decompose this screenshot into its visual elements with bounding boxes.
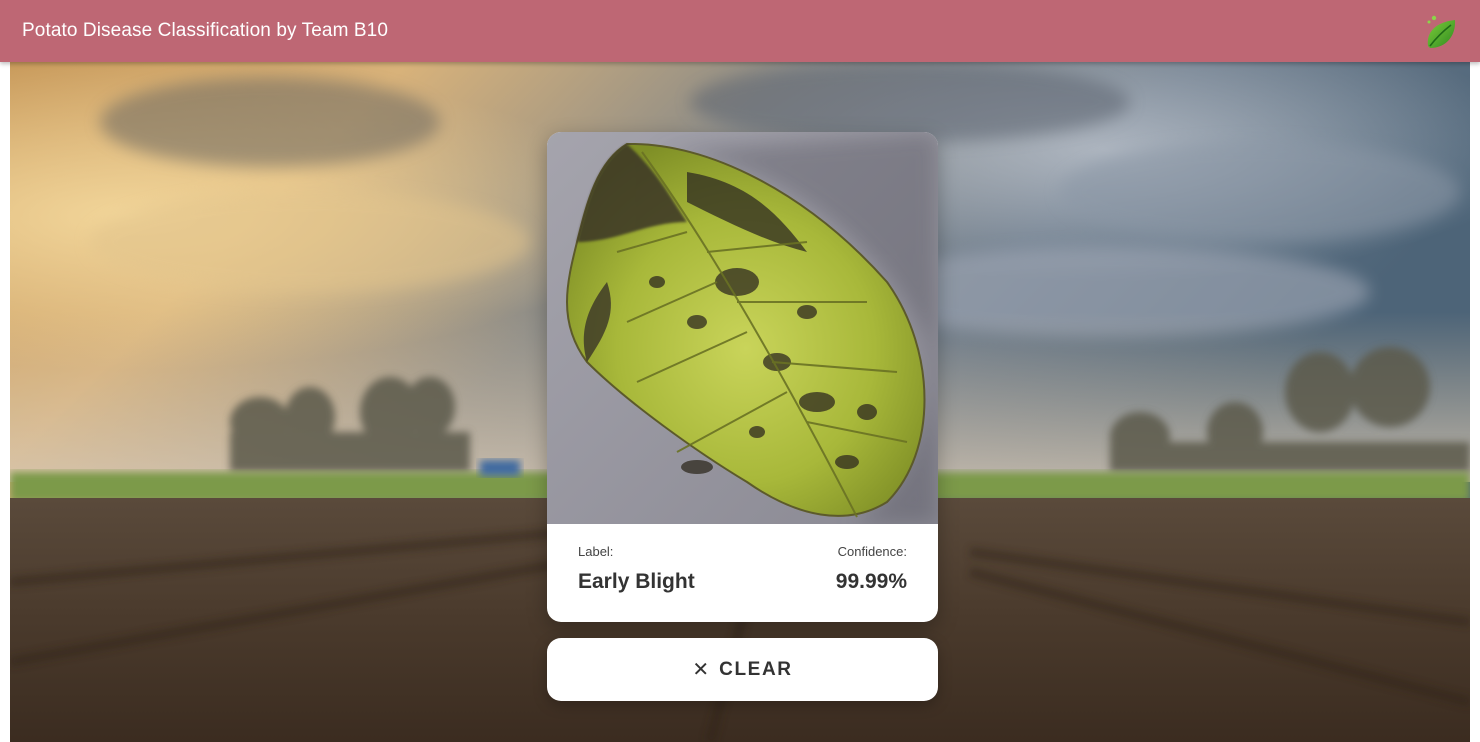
label-value: Early Blight — [578, 570, 695, 593]
leaf-image — [547, 132, 938, 524]
prediction-card: Label: Early Blight Confidence: 99.99% — [547, 132, 938, 622]
confidence-value: 99.99% — [835, 570, 907, 593]
confidence-heading: Confidence: — [837, 544, 907, 559]
confidence-section: Confidence: 99.99% — [836, 544, 907, 594]
prediction-result: Label: Early Blight Confidence: 99.99% — [578, 544, 907, 604]
clear-button[interactable]: ✕ CLEAR — [547, 638, 938, 701]
label-heading: Label: — [578, 544, 614, 559]
close-icon: ✕ — [692, 658, 710, 681]
app-title: Potato Disease Classification by Team B1… — [22, 20, 388, 41]
leaf-logo-icon — [1427, 15, 1456, 48]
app-bar: Potato Disease Classification by Team B1… — [0, 0, 1480, 62]
label-section: Label: Early Blight — [578, 544, 695, 594]
clear-button-label: CLEAR — [719, 658, 793, 680]
app-root: Potato Disease Classification by Team B1… — [0, 0, 1480, 742]
